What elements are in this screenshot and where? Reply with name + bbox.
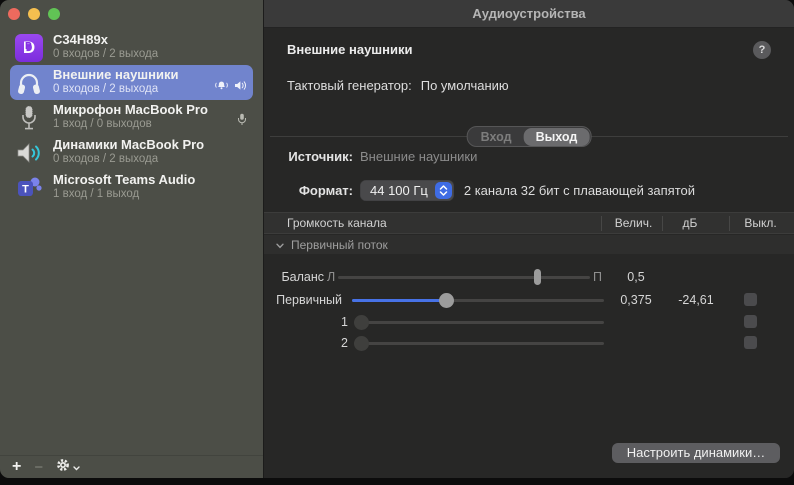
zoom-window-button[interactable] [48, 8, 60, 20]
device-row-external-headphones[interactable]: Внешние наушники 0 входов / 2 выхода [10, 65, 253, 100]
balance-slider[interactable] [338, 276, 590, 279]
sample-rate-value: 44 100 Гц [370, 183, 428, 198]
titlebar[interactable]: Аудиоустройства [264, 0, 794, 28]
close-window-button[interactable] [8, 8, 20, 20]
device-row-teams-audio[interactable]: T Microsoft Teams Audio 1 вход / 1 выход [10, 170, 253, 205]
primary-label: Первичный [264, 293, 342, 307]
minimize-window-button[interactable] [28, 8, 40, 20]
device-detail-panel: Внешние наушники ? Тактовый генератор: П… [264, 28, 794, 478]
main-panel: Аудиоустройства Внешние наушники ? Такто… [264, 0, 794, 478]
channel2-slider-thumb[interactable] [354, 336, 369, 351]
primary-db: -24,61 [666, 293, 726, 307]
device-detail: 1 вход / 0 выходов [53, 118, 208, 131]
displayport-icon: DP [14, 33, 44, 63]
channel1-mute-checkbox[interactable] [744, 315, 757, 328]
balance-label: Баланс [264, 270, 324, 284]
svg-text:T: T [22, 183, 29, 195]
channel1-row: 1 [264, 314, 794, 330]
disclosure-chevron-icon [276, 238, 284, 252]
clock-source-label: Тактовый генератор: [287, 78, 412, 93]
source-label: Источник: [287, 149, 353, 164]
gear-icon [56, 458, 70, 477]
headphones-icon [14, 68, 44, 98]
device-detail: 0 входов / 2 выхода [53, 153, 204, 166]
speaker-icon [14, 138, 44, 168]
actions-menu-button[interactable] [56, 458, 80, 477]
primary-stream-group[interactable]: Первичный поток [264, 235, 794, 254]
remove-device-button[interactable]: − [34, 460, 43, 475]
balance-value: 0,5 [605, 270, 667, 284]
device-sidebar: DP C34H89x 0 входов / 2 выхода Внешние н [0, 0, 264, 478]
column-volume: Громкость канала [287, 216, 387, 230]
column-value: Велич. [605, 216, 662, 230]
channel1-slider-thumb[interactable] [354, 315, 369, 330]
device-name: Динамики MacBook Pro [53, 138, 204, 153]
group-label: Первичный поток [291, 238, 388, 252]
format-row: Формат: 44 100 Гц 2 канала 32 бит с плав… [287, 179, 695, 201]
primary-volume-slider[interactable] [352, 299, 604, 302]
format-label: Формат: [287, 183, 353, 198]
device-name: Микрофон MacBook Pro [53, 103, 208, 118]
channel1-volume-slider[interactable] [354, 321, 604, 324]
selected-device-title: Внешние наушники [287, 42, 412, 57]
primary-mute-checkbox[interactable] [744, 293, 757, 306]
device-name: Microsoft Teams Audio [53, 173, 195, 188]
source-row: Источник: Внешние наушники [287, 149, 477, 164]
sound-output-icon [234, 78, 247, 96]
column-divider [729, 216, 730, 231]
column-divider [662, 216, 663, 231]
device-row-macbook-speakers[interactable]: Динамики MacBook Pro 0 входов / 2 выхода [10, 135, 253, 170]
window-title: Аудиоустройства [472, 6, 585, 21]
chevron-down-icon [73, 458, 80, 476]
column-mute: Выкл. [733, 216, 788, 230]
configure-speakers-button[interactable]: Настроить динамики… [612, 443, 780, 463]
format-detail: 2 канала 32 бит с плавающей запятой [464, 183, 695, 198]
channel2-label: 2 [264, 336, 348, 350]
primary-slider-fill [352, 299, 447, 302]
primary-volume-row: Первичный 0,375 -24,61 [264, 292, 794, 308]
tab-output[interactable]: Выход [524, 128, 590, 146]
column-db: дБ [666, 216, 714, 230]
alert-bell-icon [215, 78, 228, 96]
primary-value: 0,375 [605, 293, 667, 307]
io-tabs: Вход Выход [467, 126, 592, 147]
default-input-icon [237, 113, 247, 131]
channel2-row: 2 [264, 335, 794, 351]
balance-slider-thumb[interactable] [534, 269, 541, 285]
stepper-arrows-icon [435, 182, 452, 199]
device-detail: 1 вход / 1 выход [53, 188, 195, 201]
column-divider [601, 216, 602, 231]
audio-midi-setup-window: DP C34H89x 0 входов / 2 выхода Внешние н [0, 0, 794, 478]
channel2-mute-checkbox[interactable] [744, 336, 757, 349]
channel2-volume-slider[interactable] [354, 342, 604, 345]
add-device-button[interactable]: + [12, 459, 21, 475]
balance-row: Баланс Л П 0,5 [264, 269, 794, 285]
clock-source-value: По умолчанию [421, 78, 509, 93]
help-button[interactable]: ? [753, 41, 771, 59]
teams-icon: T [14, 173, 44, 203]
microphone-icon [14, 103, 44, 133]
device-name: Внешние наушники [53, 68, 178, 83]
sidebar-toolbar: + − [0, 455, 263, 478]
device-detail: 0 входов / 2 выхода [53, 83, 178, 96]
device-row-c34h89x[interactable]: DP C34H89x 0 входов / 2 выхода [10, 30, 253, 65]
sample-rate-dropdown[interactable]: 44 100 Гц [360, 180, 454, 201]
window-controls [8, 8, 60, 20]
clock-source-row: Тактовый генератор: По умолчанию [287, 78, 509, 93]
tab-input[interactable]: Вход [469, 128, 524, 146]
channel1-label: 1 [264, 315, 348, 329]
device-list: DP C34H89x 0 входов / 2 выхода Внешние н [0, 30, 263, 205]
volume-table-header: Громкость канала Велич. дБ Выкл. [264, 212, 794, 234]
device-row-macbook-microphone[interactable]: Микрофон MacBook Pro 1 вход / 0 выходов [10, 100, 253, 135]
balance-left-mark: Л [327, 270, 335, 284]
source-value: Внешние наушники [360, 149, 477, 164]
balance-right-mark: П [593, 270, 602, 284]
primary-slider-thumb[interactable] [439, 293, 454, 308]
device-detail: 0 входов / 2 выхода [53, 48, 158, 61]
device-name: C34H89x [53, 33, 158, 48]
